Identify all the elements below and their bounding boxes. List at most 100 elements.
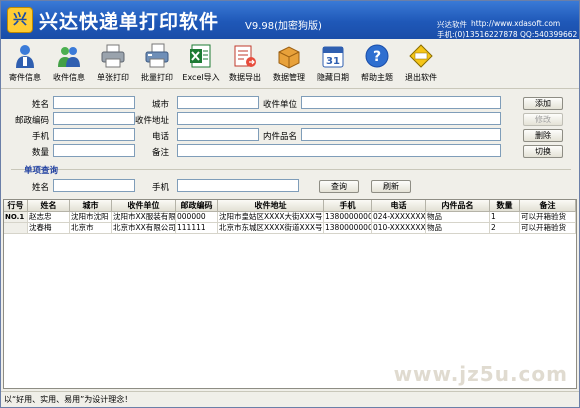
col-header-mobile[interactable]: 手机 (324, 200, 372, 212)
table-header: 行号 姓名 城市 收件单位 邮政编码 收件地址 手机 电话 内件品名 数量 备注 (4, 200, 576, 212)
address-input[interactable] (177, 112, 501, 125)
note-label: 备注 (151, 148, 169, 158)
cell-address[interactable]: 北京市东城区XXXX街道XXX号 (218, 223, 324, 234)
query-name-input[interactable] (53, 179, 135, 192)
data-export-button[interactable]: 数据导出 (223, 42, 267, 86)
recipient-info-button[interactable]: 收件信息 (47, 42, 91, 86)
cell-city[interactable]: 北京市 (70, 223, 112, 234)
table-row[interactable]: NO.1 赵志忠 沈阳市沈阳 沈阳市XX服装有限 000000 沈阳市皇姑区XX… (4, 212, 576, 223)
col-header-company[interactable]: 收件单位 (112, 200, 176, 212)
cell-quantity[interactable]: 1 (490, 212, 520, 223)
excel-icon (188, 43, 214, 69)
svg-text:31: 31 (326, 56, 340, 67)
col-header-postcode[interactable]: 邮政编码 (176, 200, 218, 212)
cell-address[interactable]: 沈阳市皇姑区XXXX大街XXX号 (218, 212, 324, 223)
watermark: www.jz5u.com (393, 362, 568, 386)
help-button[interactable]: ? 帮助主题 (355, 42, 399, 86)
note-input[interactable] (177, 144, 501, 157)
query-divider (11, 169, 571, 170)
modify-button[interactable]: 修改 (523, 113, 563, 126)
company-label: 收件单位 (262, 100, 297, 110)
cell-city[interactable]: 沈阳市沈阳 (70, 212, 112, 223)
col-header-address[interactable]: 收件地址 (218, 200, 324, 212)
cell-quantity[interactable]: 2 (490, 223, 520, 234)
help-icon: ? (364, 43, 390, 69)
app-logo-icon: 兴 (7, 7, 33, 33)
batch-print-button[interactable]: 批量打印 (135, 42, 179, 86)
exit-label: 退出软件 (405, 73, 437, 82)
col-header-phone[interactable]: 电话 (372, 200, 426, 212)
goods-input[interactable] (301, 128, 501, 141)
data-manage-button[interactable]: 数据管理 (267, 42, 311, 86)
quantity-input[interactable] (53, 144, 135, 157)
calendar-icon: 31 (320, 43, 346, 69)
col-header-city[interactable]: 城市 (70, 200, 112, 212)
mobile-input[interactable] (53, 128, 135, 141)
postcode-label: 邮政编码 (14, 116, 49, 126)
cell-postcode[interactable]: 111111 (176, 223, 218, 234)
printer-icon (100, 43, 126, 69)
cell-phone[interactable]: 024-XXXXXXXX (372, 212, 426, 223)
address-label: 收件地址 (134, 116, 169, 126)
city-input[interactable] (177, 96, 259, 109)
box-icon (276, 43, 302, 69)
delete-button[interactable]: 删除 (523, 129, 563, 142)
export-icon (232, 43, 258, 69)
single-print-button[interactable]: 单张打印 (91, 42, 135, 86)
add-button[interactable]: 添加 (523, 97, 563, 110)
status-bar: 以“好用、实用、易用”为设计理念！ (1, 391, 579, 407)
table-row[interactable]: 沈春梅 北京市 北京市XX有限公司 111111 北京市东城区XXXX街道XXX… (4, 223, 576, 234)
query-mobile-input[interactable] (177, 179, 299, 192)
app-version: V9.98(加密狗版) (245, 21, 322, 32)
app-window: 兴 兴达快递单打印软件 V9.98(加密狗版) 兴达软件 http://www.… (0, 0, 580, 408)
exit-button[interactable]: 退出软件 (399, 42, 443, 86)
company-input[interactable] (301, 96, 501, 109)
col-header-note[interactable]: 备注 (520, 200, 576, 212)
sender-info-button[interactable]: 寄件信息 (3, 42, 47, 86)
cell-name[interactable]: 赵志忠 (28, 212, 70, 223)
col-header-goods[interactable]: 内件品名 (426, 200, 490, 212)
recipient-form: 姓名 城市 收件单位 添加 邮政编码 收件地址 修改 手机 电话 内件品名 删除… (1, 90, 579, 198)
excel-import-button[interactable]: Excel导入 (179, 42, 223, 86)
refresh-button[interactable]: 刷新 (371, 180, 411, 193)
cell-name[interactable]: 沈春梅 (28, 223, 70, 234)
hide-date-button[interactable]: 31 隐藏日期 (311, 42, 355, 86)
records-table: 行号 姓名 城市 收件单位 邮政编码 收件地址 手机 电话 内件品名 数量 备注… (3, 199, 577, 389)
row-number (4, 223, 28, 234)
col-header-quantity[interactable]: 数量 (490, 200, 520, 212)
query-name-label: 姓名 (31, 183, 49, 193)
recipient-people-icon (56, 43, 82, 69)
col-header-row-number[interactable]: 行号 (4, 200, 28, 212)
search-button[interactable]: 查询 (319, 180, 359, 193)
phone-label: 电话 (151, 132, 169, 142)
phone-input[interactable] (177, 128, 259, 141)
mobile-label: 手机 (31, 132, 49, 142)
title-banner: 兴 兴达快递单打印软件 V9.98(加密狗版) 兴达软件 http://www.… (1, 1, 579, 39)
cell-goods[interactable]: 物品 (426, 212, 490, 223)
query-mobile-label: 手机 (151, 183, 169, 193)
svg-text:?: ? (373, 49, 381, 65)
sender-person-icon (12, 43, 38, 69)
cell-mobile[interactable]: 13800000000 (324, 212, 372, 223)
exit-icon (408, 43, 434, 69)
cell-mobile[interactable]: 13800000001 (324, 223, 372, 234)
switch-button[interactable]: 切换 (523, 145, 563, 158)
toolbar: 寄件信息 收件信息 单张打印 批量打印 Excel导入 数据导出 数据管理 31… (1, 39, 579, 89)
city-label: 城市 (151, 100, 169, 110)
query-section-title: 单项查询 (24, 166, 59, 176)
name-label: 姓名 (31, 100, 49, 110)
app-title: 兴达快递单打印软件 (39, 11, 220, 33)
website-link[interactable]: http://www.xdasoft.com (471, 19, 560, 28)
cell-postcode[interactable]: 000000 (176, 212, 218, 223)
cell-company[interactable]: 沈阳市XX服装有限 (112, 212, 176, 223)
row-number: NO.1 (4, 212, 28, 223)
col-header-name[interactable]: 姓名 (28, 200, 70, 212)
cell-company[interactable]: 北京市XX有限公司 (112, 223, 176, 234)
postcode-input[interactable] (53, 112, 135, 125)
cell-note[interactable]: 可以开箱验货 (520, 212, 576, 223)
cell-note[interactable]: 可以开箱验货 (520, 223, 576, 234)
cell-goods[interactable]: 物品 (426, 223, 490, 234)
quantity-label: 数量 (31, 148, 49, 158)
cell-phone[interactable]: 010-XXXXXXXX (372, 223, 426, 234)
name-input[interactable] (53, 96, 135, 109)
